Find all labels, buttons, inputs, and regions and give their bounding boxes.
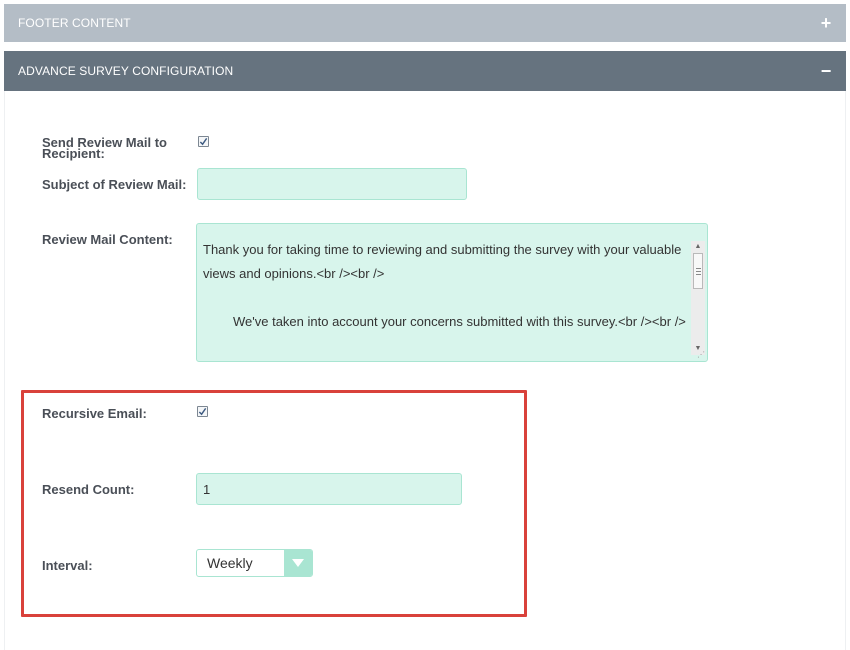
footer-content-title: FOOTER CONTENT [18,16,131,30]
send-review-mail-checkbox[interactable] [198,136,209,147]
review-mail-content-line1: Thank you for taking time to reviewing a… [203,242,682,281]
scroll-up-arrow-icon[interactable]: ▲ [691,241,705,253]
review-mail-content-textarea[interactable]: Thank you for taking time to reviewing a… [196,223,708,362]
plus-icon[interactable]: + [806,13,846,34]
textarea-scrollbar[interactable]: ▲ ▼ [691,241,705,355]
survey-config-page: FOOTER CONTENT + ADVANCE SURVEY CONFIGUR… [0,0,850,650]
interval-select[interactable]: Weekly [196,549,313,577]
interval-label: Interval: [42,558,93,573]
send-review-mail-label: Send Review Mail to Recipient: [42,136,167,161]
chevron-down-icon[interactable] [284,550,312,576]
resend-count-label: Resend Count: [42,482,135,497]
recursive-email-label: Recursive Email: [42,406,147,421]
checkmark-icon [199,137,208,146]
advance-survey-config-title: ADVANCE SURVEY CONFIGURATION [18,64,234,78]
resize-grip-icon[interactable]: ⋰ [697,351,705,359]
scroll-thumb[interactable] [693,253,703,289]
subject-input[interactable] [197,168,467,200]
footer-content-panel-header[interactable]: FOOTER CONTENT + [4,4,846,42]
subject-label: Subject of Review Mail: [42,177,187,192]
advance-survey-config-panel-header[interactable]: ADVANCE SURVEY CONFIGURATION − [4,51,846,91]
review-mail-content-text: Thank you for taking time to reviewing a… [203,238,687,334]
checkmark-icon [198,407,207,416]
review-mail-content-line2: We've taken into account your concerns s… [233,314,686,329]
review-mail-content-label: Review Mail Content: [42,232,173,247]
minus-icon[interactable]: − [806,61,846,82]
recursive-email-checkbox[interactable] [197,406,208,417]
resend-count-input[interactable]: 1 [196,473,462,505]
send-review-mail-label-line2: Recipient: [42,146,105,161]
interval-selected-value: Weekly [207,555,253,571]
